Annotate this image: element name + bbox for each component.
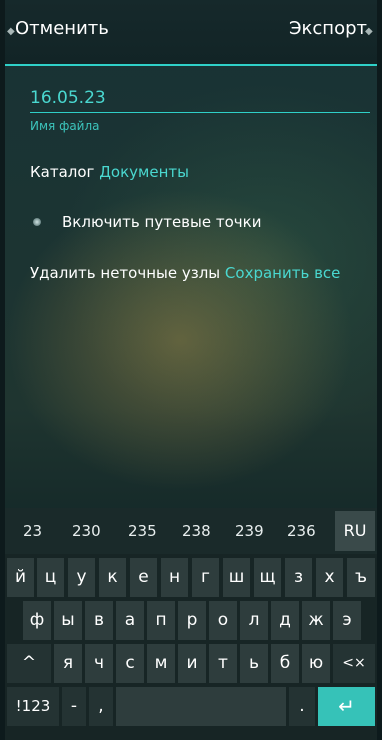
toggle-dot-icon[interactable] bbox=[33, 218, 41, 226]
catalog-value[interactable]: Документы bbox=[99, 163, 189, 181]
space-key[interactable] bbox=[116, 687, 286, 726]
suggestion-item[interactable]: 239 bbox=[235, 522, 264, 540]
app-frame: ◆ Отменить Экспорт ◆ 16.05.23 Имя файла … bbox=[5, 0, 377, 740]
key[interactable]: я bbox=[54, 644, 82, 683]
enter-key[interactable]: ↵ bbox=[318, 687, 375, 726]
catalog-row: Каталог Документы bbox=[30, 163, 189, 181]
key[interactable]: ю bbox=[302, 644, 330, 683]
key[interactable]: н bbox=[161, 558, 188, 597]
key[interactable]: г bbox=[192, 558, 219, 597]
language-key[interactable]: RU bbox=[335, 511, 375, 551]
key[interactable]: э bbox=[333, 601, 361, 640]
waypoints-label: Включить путевые точки bbox=[62, 213, 262, 231]
period-key[interactable]: . bbox=[289, 687, 315, 726]
remove-nodes-label: Удалить неточные узлы bbox=[30, 264, 221, 282]
key[interactable]: х bbox=[316, 558, 343, 597]
corner-dot-icon: ◆ bbox=[365, 26, 373, 37]
key[interactable]: п bbox=[147, 601, 175, 640]
backspace-key[interactable]: <× bbox=[333, 644, 375, 683]
key[interactable]: ч bbox=[85, 644, 113, 683]
numbers-key[interactable]: !123 bbox=[7, 687, 59, 726]
key[interactable]: м bbox=[147, 644, 175, 683]
shift-key[interactable]: ^ bbox=[7, 644, 51, 683]
key[interactable]: в bbox=[85, 601, 113, 640]
key[interactable]: т bbox=[209, 644, 237, 683]
key[interactable]: ж bbox=[302, 601, 330, 640]
dash-key[interactable]: - bbox=[62, 687, 86, 726]
key[interactable]: а bbox=[116, 601, 144, 640]
key[interactable]: к bbox=[99, 558, 126, 597]
key[interactable]: р bbox=[178, 601, 206, 640]
key[interactable]: ш bbox=[223, 558, 250, 597]
remove-nodes-row: Удалить неточные узлы Сохранить все bbox=[30, 264, 340, 282]
key[interactable]: ъ bbox=[347, 558, 375, 597]
key[interactable]: и bbox=[178, 644, 206, 683]
suggestion-item[interactable]: 235 bbox=[128, 522, 157, 540]
key[interactable]: л bbox=[240, 601, 268, 640]
filename-label: Имя файла bbox=[30, 119, 100, 133]
export-button[interactable]: Экспорт bbox=[289, 18, 367, 39]
top-bar: ◆ Отменить Экспорт ◆ bbox=[5, 0, 377, 66]
key[interactable]: б bbox=[271, 644, 299, 683]
cancel-button[interactable]: Отменить bbox=[15, 18, 109, 39]
suggestion-item[interactable]: 23 bbox=[23, 522, 42, 540]
key[interactable]: з bbox=[285, 558, 312, 597]
key[interactable]: у bbox=[68, 558, 95, 597]
comma-key[interactable]: , bbox=[89, 687, 113, 726]
key[interactable]: е bbox=[130, 558, 157, 597]
key[interactable]: ф bbox=[23, 601, 51, 640]
key[interactable]: о bbox=[209, 601, 237, 640]
key[interactable]: с bbox=[116, 644, 144, 683]
key[interactable]: ы bbox=[54, 601, 82, 640]
keyboard: 23 230 235 238 239 236 RU й ц у к е н г … bbox=[5, 508, 377, 740]
suggestion-item[interactable]: 238 bbox=[182, 522, 211, 540]
remove-nodes-value[interactable]: Сохранить все bbox=[225, 264, 340, 282]
key[interactable]: ц bbox=[37, 558, 64, 597]
key[interactable]: щ bbox=[254, 558, 281, 597]
key[interactable]: д bbox=[271, 601, 299, 640]
suggestion-bar: 23 230 235 238 239 236 RU bbox=[5, 508, 377, 554]
key[interactable]: й bbox=[7, 558, 34, 597]
catalog-label: Каталог bbox=[30, 163, 95, 181]
filename-field[interactable]: 16.05.23 Имя файла bbox=[30, 88, 370, 133]
key[interactable]: ь bbox=[240, 644, 268, 683]
filename-input[interactable]: 16.05.23 bbox=[30, 88, 370, 113]
waypoints-toggle[interactable]: Включить путевые точки bbox=[33, 213, 333, 233]
suggestion-item[interactable]: 236 bbox=[287, 522, 316, 540]
suggestion-item[interactable]: 230 bbox=[72, 522, 101, 540]
